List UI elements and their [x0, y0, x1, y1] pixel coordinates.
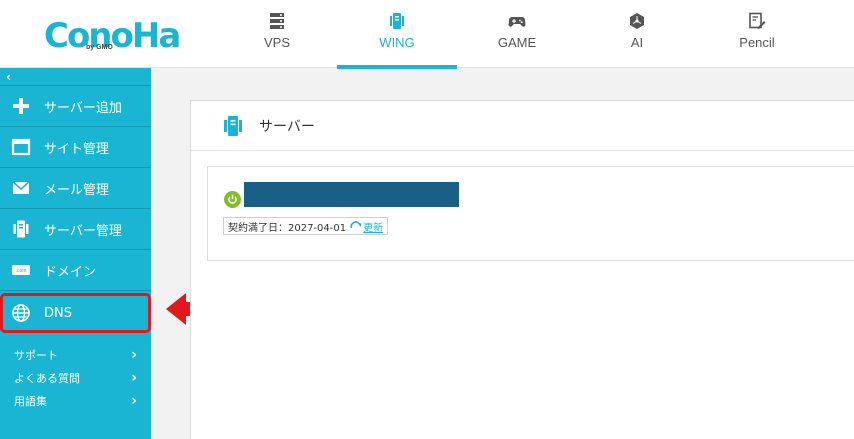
browser-window-icon — [11, 137, 31, 157]
sidebar: ‹ サーバー追加 サイト管理 メール管理 サーバー管理 .com ドメイン DN… — [0, 68, 151, 439]
chevron-right-icon: › — [131, 392, 137, 409]
sidebar-item-add-server[interactable]: サーバー追加 — [0, 86, 151, 127]
server-icon — [224, 115, 242, 136]
nav-game-label: GAME — [497, 35, 537, 50]
sidebar-item-label: サーバー管理 — [44, 223, 122, 239]
nav-wing[interactable]: WING — [337, 0, 457, 69]
nav-vps-label: VPS — [263, 35, 290, 50]
sidebar-link-label: 用語集 — [14, 394, 47, 408]
gamepad-icon — [508, 17, 526, 27]
plus-icon — [11, 96, 31, 116]
sidebar-item-label: ドメイン — [44, 264, 97, 280]
nav-wing-label: WING — [379, 35, 415, 50]
sidebar-item-label: DNS — [44, 305, 72, 321]
sidebar-item-label: サーバー追加 — [44, 100, 122, 116]
nav-pencil[interactable]: Pencil — [697, 0, 817, 68]
sidebar-link-faq[interactable]: よくある質問 › — [0, 366, 151, 389]
server-icon — [11, 219, 31, 239]
server-card[interactable]: 契約満了日：2027-04-01 更新 — [207, 166, 854, 261]
sidebar-item-domain[interactable]: .com ドメイン — [0, 250, 151, 291]
sidebar-item-dns[interactable]: DNS — [0, 293, 151, 333]
service-nav: VPS WING GAME AI Pencil — [217, 0, 817, 69]
sidebar-item-server-management[interactable]: サーバー管理 — [0, 209, 151, 250]
top-header: ConoHa by GMO VPS WING GAME AI Pencil — [0, 0, 854, 69]
nav-pencil-label: Pencil — [739, 35, 775, 50]
sidebar-link-support[interactable]: サポート › — [0, 343, 151, 366]
chevron-right-icon: › — [131, 369, 137, 386]
renew-link[interactable]: 更新 — [350, 219, 383, 234]
sidebar-sub-links: サポート › よくある質問 › 用語集 › — [0, 333, 151, 412]
power-status-icon — [224, 191, 241, 208]
nav-vps[interactable]: VPS — [217, 0, 337, 68]
panel-header: サーバー — [191, 101, 854, 151]
nav-ai[interactable]: AI — [577, 0, 697, 68]
svg-text:.com: .com — [16, 268, 27, 274]
nav-ai-label: AI — [630, 35, 644, 50]
wing-server-icon — [390, 13, 404, 29]
sidebar-item-label: サイト管理 — [44, 141, 110, 157]
sidebar-item-mail-management[interactable]: メール管理 — [0, 168, 151, 209]
sidebar-link-label: よくある質問 — [14, 371, 80, 385]
globe-icon — [11, 303, 31, 323]
renew-label: 更新 — [363, 222, 384, 234]
sidebar-link-label: サポート — [14, 348, 58, 362]
pencil-document-icon — [749, 12, 766, 29]
logo-sub-text: by GMO — [86, 44, 113, 51]
server-rack-icon — [270, 13, 284, 29]
chevron-right-icon: › — [131, 346, 137, 363]
expiry-badge: 契約満了日：2027-04-01 更新 — [223, 217, 389, 235]
page-title: サーバー — [259, 118, 315, 135]
sidebar-link-glossary[interactable]: 用語集 › — [0, 389, 151, 412]
server-name-redacted[interactable] — [244, 182, 459, 207]
nav-game[interactable]: GAME — [457, 0, 577, 68]
expiry-date: 契約満了日：2027-04-01 — [228, 222, 347, 234]
sidebar-item-site-management[interactable]: サイト管理 — [0, 127, 151, 168]
refresh-icon — [350, 221, 362, 229]
ai-network-icon — [630, 13, 644, 29]
domain-card-icon: .com — [11, 260, 31, 280]
sidebar-item-label: メール管理 — [44, 182, 110, 198]
envelope-icon — [11, 178, 31, 198]
server-panel: サーバー 契約満了日：2027-04-01 更新 — [190, 100, 854, 439]
sidebar-collapse-button[interactable]: ‹ — [0, 68, 151, 86]
